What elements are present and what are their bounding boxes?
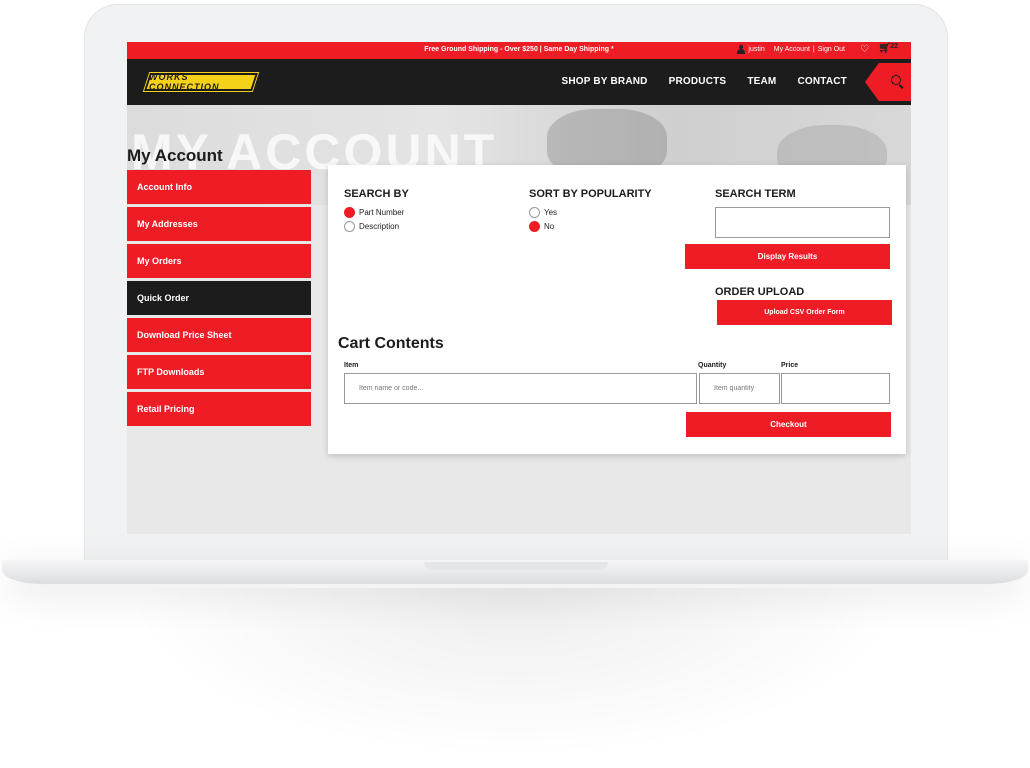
user-icon [737,45,746,54]
radio-sort-no[interactable]: No [529,221,554,232]
sidebar-item-download-price-sheet[interactable]: Download Price Sheet [127,318,311,352]
upload-csv-button[interactable]: Upload CSV Order Form [717,300,892,325]
radio-description-control[interactable] [344,221,355,232]
search-term-label: SEARCH TERM [715,188,796,200]
search-icon[interactable] [891,75,901,85]
cart-col-price: Price [781,362,799,369]
promo-bar: Free Ground Shipping - Over $250 | Same … [127,42,911,59]
sidebar-item-retail-pricing[interactable]: Retail Pricing [127,392,311,426]
search-button[interactable] [865,63,911,101]
nav-links: SHOP BY BRAND PRODUCTS TEAM CONTACT [561,76,847,87]
account-links: justin My Account | Sign Out [737,45,845,54]
search-term-input[interactable] [715,207,890,238]
sidebar-item-my-orders[interactable]: My Orders [127,244,311,278]
cart-col-quantity: Quantity [698,362,727,369]
quick-order-card: SEARCH BY Part Number Description SORT B… [328,165,906,454]
sort-by-popularity-label: SORT BY POPULARITY [529,188,652,200]
my-account-link[interactable]: My Account [774,46,810,53]
radio-sort-no-label: No [544,222,555,231]
username: justin [748,46,765,53]
price-field[interactable] [781,373,890,404]
main-nav: WORKS CONNECTION SHOP BY BRAND PRODUCTS … [127,59,911,105]
nav-products[interactable]: PRODUCTS [669,76,727,87]
radio-part-number-control[interactable] [344,207,355,218]
logo-text: WORKS CONNECTION [149,72,220,92]
item-input[interactable] [344,373,697,404]
laptop-screen: Free Ground Shipping - Over $250 | Same … [127,42,911,534]
sidebar-item-ftp-downloads[interactable]: FTP Downloads [127,355,311,389]
order-upload-label: ORDER UPLOAD [715,286,805,298]
radio-description-label: Description [359,222,400,231]
checkout-button[interactable]: Checkout [686,412,891,437]
cart-icon[interactable]: 🛒︎ [878,43,891,54]
cart-count-badge: 22 [890,43,898,50]
radio-part-number-label: Part Number [359,208,405,217]
laptop-floor-shadow [120,588,910,758]
heart-icon[interactable]: ♡ [860,44,869,55]
nav-contact[interactable]: CONTACT [797,76,847,87]
search-by-label: SEARCH BY [344,188,409,200]
radio-sort-no-control[interactable] [529,221,540,232]
radio-description[interactable]: Description [344,221,399,232]
nav-team[interactable]: TEAM [747,76,776,87]
display-results-button[interactable]: Display Results [685,244,890,269]
account-sidebar: Account Info My Addresses My Orders Quic… [127,170,311,429]
quantity-input[interactable] [699,373,780,404]
sidebar-item-account-info[interactable]: Account Info [127,170,311,204]
nav-shop-by-brand[interactable]: SHOP BY BRAND [561,76,647,87]
link-separator: | [812,46,815,53]
radio-part-number[interactable]: Part Number [344,207,404,218]
radio-sort-yes-label: Yes [544,208,558,217]
sidebar-item-quick-order[interactable]: Quick Order [127,281,311,315]
works-connection-logo[interactable]: WORKS CONNECTION [144,72,258,92]
page-title: My Account [127,146,223,165]
radio-sort-yes[interactable]: Yes [529,207,557,218]
radio-sort-yes-control[interactable] [529,207,540,218]
laptop-notch [424,562,608,570]
cart-col-item: Item [344,362,359,369]
cart-contents-title: Cart Contents [338,335,444,352]
sidebar-item-my-addresses[interactable]: My Addresses [127,207,311,241]
sign-out-link[interactable]: Sign Out [818,46,845,53]
